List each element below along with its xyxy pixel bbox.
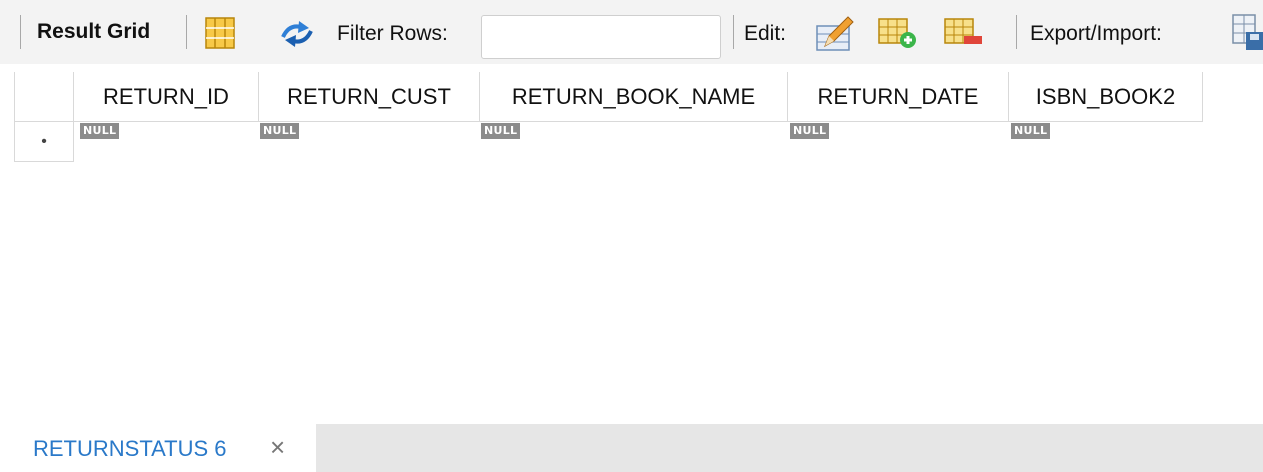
tab-bar (316, 424, 1263, 472)
export-import-label: Export/Import: (1030, 22, 1162, 45)
column-header-return-cust[interactable]: RETURN_CUST (259, 72, 480, 122)
null-cell-return-id[interactable]: NULL (80, 123, 120, 139)
result-toolbar: Result Grid Filter Rows: Edit: Export/Im… (0, 0, 1263, 64)
null-cell-return-book-name[interactable]: NULL (481, 123, 521, 139)
close-icon[interactable]: × (270, 434, 285, 460)
edit-label: Edit: (744, 22, 787, 45)
grid-header-row: RETURN_ID RETURN_CUST RETURN_BOOK_NAME R… (14, 72, 1203, 122)
new-row-marker[interactable]: • (14, 122, 74, 162)
filter-rows-label: Filter Rows: (337, 22, 448, 45)
result-grid-label[interactable]: Result Grid (37, 20, 150, 44)
column-header-return-book-name[interactable]: RETURN_BOOK_NAME (480, 72, 788, 122)
tab-label[interactable]: RETURNSTATUS 6 (33, 436, 227, 462)
toolbar-separator (733, 15, 734, 49)
null-cell-isbn-book2[interactable]: NULL (1011, 123, 1051, 139)
export-import-icon[interactable] (1232, 14, 1263, 52)
delete-row-icon[interactable] (944, 18, 984, 50)
null-cell-return-date[interactable]: NULL (790, 123, 830, 139)
toolbar-separator (186, 15, 187, 49)
add-row-icon[interactable] (878, 18, 918, 50)
column-header-isbn-book2[interactable]: ISBN_BOOK2 (1009, 72, 1203, 122)
toolbar-separator (1016, 15, 1017, 49)
filter-rows-input[interactable] (481, 15, 721, 59)
grid-corner-cell[interactable] (14, 72, 74, 122)
column-header-return-id[interactable]: RETURN_ID (74, 72, 259, 122)
grid-layout-icon[interactable] (205, 17, 235, 49)
toolbar-separator (20, 15, 21, 49)
null-cell-return-cust[interactable]: NULL (260, 123, 300, 139)
tab-returnstatus[interactable]: RETURNSTATUS 6 × (0, 424, 316, 472)
column-header-return-date[interactable]: RETURN_DATE (788, 72, 1009, 122)
edit-pencil-icon[interactable] (815, 14, 855, 52)
refresh-icon[interactable] (279, 21, 315, 47)
